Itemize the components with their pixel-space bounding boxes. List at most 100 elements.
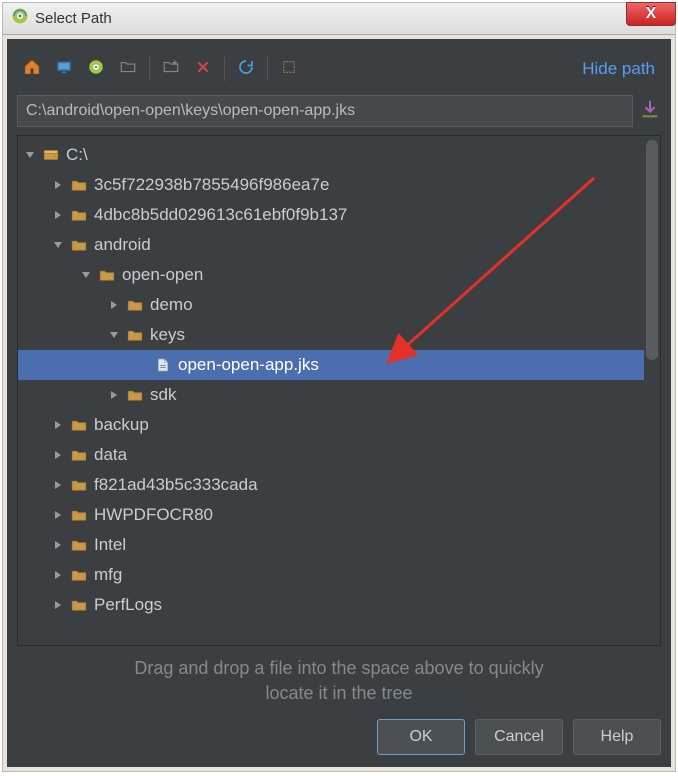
tree-row[interactable]: Intel [18,530,644,560]
tree-item-label: PerfLogs [94,595,162,615]
home-icon [23,58,41,81]
dialog-toolbar: Hide path [17,47,661,91]
tree-viewport[interactable]: C:\ 3c5f722938b7855496f986ea7e 4dbc8b5dd02… [18,136,644,645]
expander-icon[interactable] [52,509,64,521]
tree-row[interactable]: data [18,440,644,470]
help-button[interactable]: Help [573,719,661,755]
folder-icon [70,506,88,524]
expander-icon[interactable] [52,209,64,221]
folder-outline-icon [119,58,137,81]
tree-item-label: HWPDFOCR80 [94,505,213,525]
folder-icon [126,326,144,344]
tree-row[interactable]: HWPDFOCR80 [18,500,644,530]
android-studio-icon [11,7,29,30]
file-icon [154,356,172,374]
delete-button[interactable] [188,54,218,84]
separator [224,57,225,81]
close-button[interactable]: X [626,2,676,26]
tree-item-label: android [94,235,151,255]
desktop-icon [55,58,73,81]
tree-item-label: backup [94,415,149,435]
file-tree: C:\ 3c5f722938b7855496f986ea7e 4dbc8b5dd02… [17,135,661,646]
expander-icon[interactable] [52,419,64,431]
tree-row[interactable]: 3c5f722938b7855496f986ea7e [18,170,644,200]
scrollbar-thumb[interactable] [646,140,658,360]
drag-drop-hint: Drag and drop a file into the space abov… [17,656,661,705]
folder-icon [70,176,88,194]
tree-item-label: f821ad43b5c333cada [94,475,258,495]
tree-item-label: sdk [150,385,176,405]
expander-icon[interactable] [108,299,120,311]
new-folder-button[interactable] [156,54,186,84]
tree-row[interactable]: sdk [18,380,644,410]
folder-icon [70,566,88,584]
home-button[interactable] [17,54,47,84]
refresh-button[interactable] [231,54,261,84]
refresh-icon [237,58,255,81]
tree-item-label: mfg [94,565,122,585]
tree-row[interactable]: backup [18,410,644,440]
ok-button[interactable]: OK [377,719,465,755]
close-icon: X [646,5,657,23]
dialog-title: Select Path [35,10,112,27]
scrollbar[interactable] [646,138,658,643]
dialog-window: Select Path X [2,2,676,772]
download-button[interactable] [639,98,661,125]
expander-icon[interactable] [80,269,92,281]
folder-icon [70,536,88,554]
tree-item-label: 3c5f722938b7855496f986ea7e [94,175,329,195]
folder-icon [70,446,88,464]
folder-icon [70,206,88,224]
tree-row[interactable]: demo [18,290,644,320]
tree-item-label: open-open [122,265,203,285]
separator [149,57,150,81]
path-row [17,95,661,127]
desktop-button[interactable] [49,54,79,84]
module-button[interactable] [113,54,143,84]
expander-icon[interactable] [108,329,120,341]
folder-icon [126,386,144,404]
tree-item-label: data [94,445,127,465]
cancel-button[interactable]: Cancel [475,719,563,755]
new-folder-icon [162,58,180,81]
show-hidden-icon [280,58,298,81]
folder-icon [70,416,88,434]
project-button[interactable] [81,54,111,84]
tree-row[interactable]: 4dbc8b5dd029613c61ebf0f9b137 [18,200,644,230]
expander-icon[interactable] [52,479,64,491]
hide-path-link[interactable]: Hide path [582,59,655,79]
tree-row[interactable]: open-open-app.jks [18,350,644,380]
tree-row[interactable]: android [18,230,644,260]
expander-icon[interactable] [108,389,120,401]
tree-row[interactable]: mfg [18,560,644,590]
expander-icon[interactable] [52,449,64,461]
separator [267,57,268,81]
folder-icon [70,476,88,494]
folder-icon [98,266,116,284]
expander-icon[interactable] [52,179,64,191]
tree-item-label: Intel [94,535,126,555]
tree-row[interactable]: PerfLogs [18,590,644,620]
expander-icon[interactable] [52,239,64,251]
path-input[interactable] [17,95,633,127]
expander-icon[interactable] [52,599,64,611]
tree-item-label: keys [150,325,185,345]
android-studio-icon [87,58,105,81]
tree-row[interactable]: f821ad43b5c333cada [18,470,644,500]
expander-icon[interactable] [24,149,36,161]
tree-row[interactable]: C:\ [18,140,644,170]
expander-icon[interactable] [52,539,64,551]
expander-placeholder [136,359,148,371]
expander-icon[interactable] [52,569,64,581]
tree-item-label: open-open-app.jks [178,355,319,375]
titlebar: Select Path X [3,3,675,35]
dialog-body: Hide path C:\ 3c5f722938b7855496f986ea7e 4… [7,39,671,767]
tree-item-label: demo [150,295,193,315]
folder-icon [126,296,144,314]
tree-row[interactable]: keys [18,320,644,350]
show-hidden-button[interactable] [274,54,304,84]
folder-icon [70,596,88,614]
tree-row[interactable]: open-open [18,260,644,290]
tree-item-label: C:\ [66,145,88,165]
dialog-button-row: OK Cancel Help [17,719,661,755]
